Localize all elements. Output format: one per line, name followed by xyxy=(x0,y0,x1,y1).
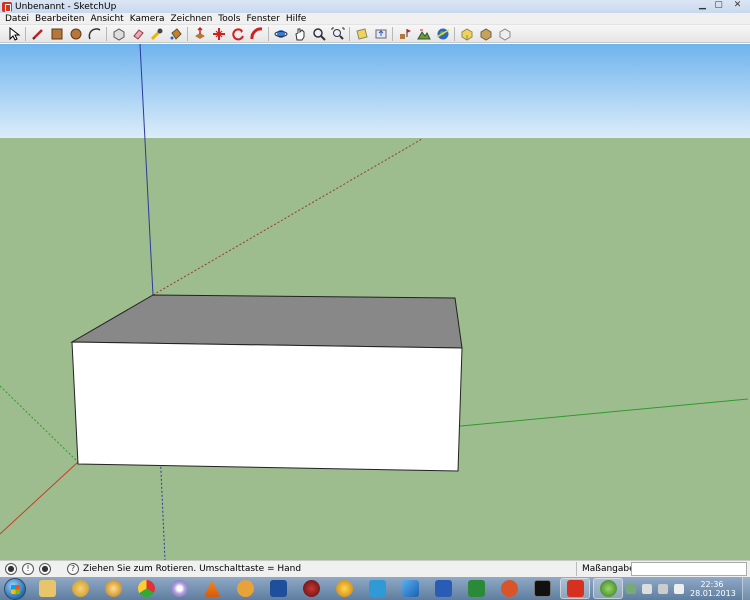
arc-icon[interactable] xyxy=(85,26,104,42)
rectangle-icon[interactable] xyxy=(47,26,66,42)
browser-icon[interactable] xyxy=(65,578,95,599)
taskbar-clock[interactable]: 22:36 28.01.2013 xyxy=(690,579,736,598)
select-icon[interactable] xyxy=(4,26,23,42)
sketchup-icon[interactable] xyxy=(560,578,590,599)
minimize-button[interactable]: ▁ xyxy=(695,0,710,11)
make-component-icon[interactable] xyxy=(109,26,128,42)
main-toolbar xyxy=(0,25,750,43)
share-component-icon[interactable] xyxy=(476,26,495,42)
zoom-icon[interactable] xyxy=(309,26,328,42)
move-icon[interactable] xyxy=(209,26,228,42)
tape-measure-icon[interactable] xyxy=(147,26,166,42)
show-desktop-button[interactable] xyxy=(742,577,750,600)
toolbar-separator xyxy=(454,26,455,41)
eraser-icon[interactable] xyxy=(128,26,147,42)
help-icon[interactable]: ? xyxy=(67,563,79,575)
zoom-extents-icon[interactable] xyxy=(328,26,347,42)
google-earth-icon[interactable] xyxy=(433,26,452,42)
title-bar: Unbenannt - SketchUp ▁ ▢ ✕ xyxy=(0,0,750,13)
app-icon[interactable] xyxy=(230,578,260,599)
menu-zeichnen[interactable]: Zeichnen xyxy=(167,14,215,24)
media-icon[interactable] xyxy=(98,578,128,599)
pan-icon[interactable] xyxy=(290,26,309,42)
menu-bar: Datei Bearbeiten Ansicht Kamera Zeichnen… xyxy=(0,13,750,25)
paint-icon[interactable] xyxy=(296,578,326,599)
add-location-icon[interactable] xyxy=(395,26,414,42)
measurements-input[interactable] xyxy=(631,562,747,576)
terrain-icon[interactable] xyxy=(414,26,433,42)
taskbar: 22:36 28.01.2013 xyxy=(0,577,750,600)
credits-icon[interactable]: ! xyxy=(22,563,34,575)
sketchup-app-icon[interactable] xyxy=(2,1,12,12)
menu-datei[interactable]: Datei xyxy=(2,14,32,24)
model-viewport[interactable] xyxy=(0,44,750,560)
status-bar: ● ! ● ? Ziehen Sie zum Rotieren. Umschal… xyxy=(0,560,750,577)
tray-app-icon[interactable] xyxy=(626,583,636,594)
follow-me-icon[interactable] xyxy=(247,26,266,42)
toolbar-separator xyxy=(349,26,350,41)
rotate-icon[interactable] xyxy=(228,26,247,42)
network-icon[interactable] xyxy=(658,583,668,594)
user-icon[interactable]: ● xyxy=(39,563,51,575)
scene-canvas[interactable] xyxy=(0,44,750,560)
push-pull-icon[interactable] xyxy=(190,26,209,42)
files-icon[interactable] xyxy=(362,578,392,599)
geolocation-icon[interactable]: ● xyxy=(5,563,17,575)
menu-hilfe[interactable]: Hilfe xyxy=(283,14,309,24)
chrome-icon[interactable] xyxy=(131,578,161,599)
flag-icon[interactable] xyxy=(642,583,652,594)
menu-kamera[interactable]: Kamera xyxy=(127,14,168,24)
xbox-icon[interactable] xyxy=(593,578,623,599)
toolbar-separator xyxy=(106,26,107,41)
window-controls: ▁ ▢ ✕ xyxy=(695,0,748,12)
status-divider xyxy=(576,562,577,576)
fox-icon[interactable] xyxy=(494,578,524,599)
menu-bearbeiten[interactable]: Bearbeiten xyxy=(32,14,87,24)
status-message: Ziehen Sie zum Rotieren. Umschalttaste =… xyxy=(83,564,302,574)
excel-icon[interactable] xyxy=(461,578,491,599)
window-title: Unbenannt - SketchUp xyxy=(15,1,117,12)
menu-fenster[interactable]: Fenster xyxy=(243,14,282,24)
close-button[interactable]: ✕ xyxy=(727,0,748,11)
start-button[interactable] xyxy=(4,577,26,600)
vlc-icon[interactable] xyxy=(197,578,227,599)
pd-icon[interactable] xyxy=(263,578,293,599)
clock-time: 22:36 xyxy=(700,579,724,589)
toolbar-separator xyxy=(268,26,269,41)
circle-icon[interactable] xyxy=(66,26,85,42)
toolbar-separator xyxy=(392,26,393,41)
menu-ansicht[interactable]: Ansicht xyxy=(87,14,126,24)
word-icon[interactable] xyxy=(428,578,458,599)
get-components-icon[interactable] xyxy=(457,26,476,42)
pencil-line-icon[interactable] xyxy=(28,26,47,42)
share-model-icon[interactable] xyxy=(371,26,390,42)
toolbar-separator xyxy=(187,26,188,41)
toolbar-separator xyxy=(25,26,26,41)
sky xyxy=(0,44,750,138)
get-models-icon[interactable] xyxy=(352,26,371,42)
extension-warehouse-icon[interactable] xyxy=(495,26,514,42)
taskbar-apps xyxy=(32,578,626,599)
maximize-button[interactable]: ▢ xyxy=(711,0,726,11)
explorer-icon[interactable] xyxy=(32,578,62,599)
terminal-icon[interactable] xyxy=(527,578,557,599)
system-tray: 22:36 28.01.2013 xyxy=(626,577,750,600)
menu-tools[interactable]: Tools xyxy=(215,14,243,24)
box-front-face[interactable] xyxy=(71,341,463,472)
movie-icon[interactable] xyxy=(395,578,425,599)
clock-date: 28.01.2013 xyxy=(690,588,736,598)
volume-icon[interactable] xyxy=(674,583,684,594)
game-icon[interactable] xyxy=(329,578,359,599)
disc-icon[interactable] xyxy=(164,578,194,599)
paint-bucket-icon[interactable] xyxy=(166,26,185,42)
orbit-icon[interactable] xyxy=(271,26,290,42)
